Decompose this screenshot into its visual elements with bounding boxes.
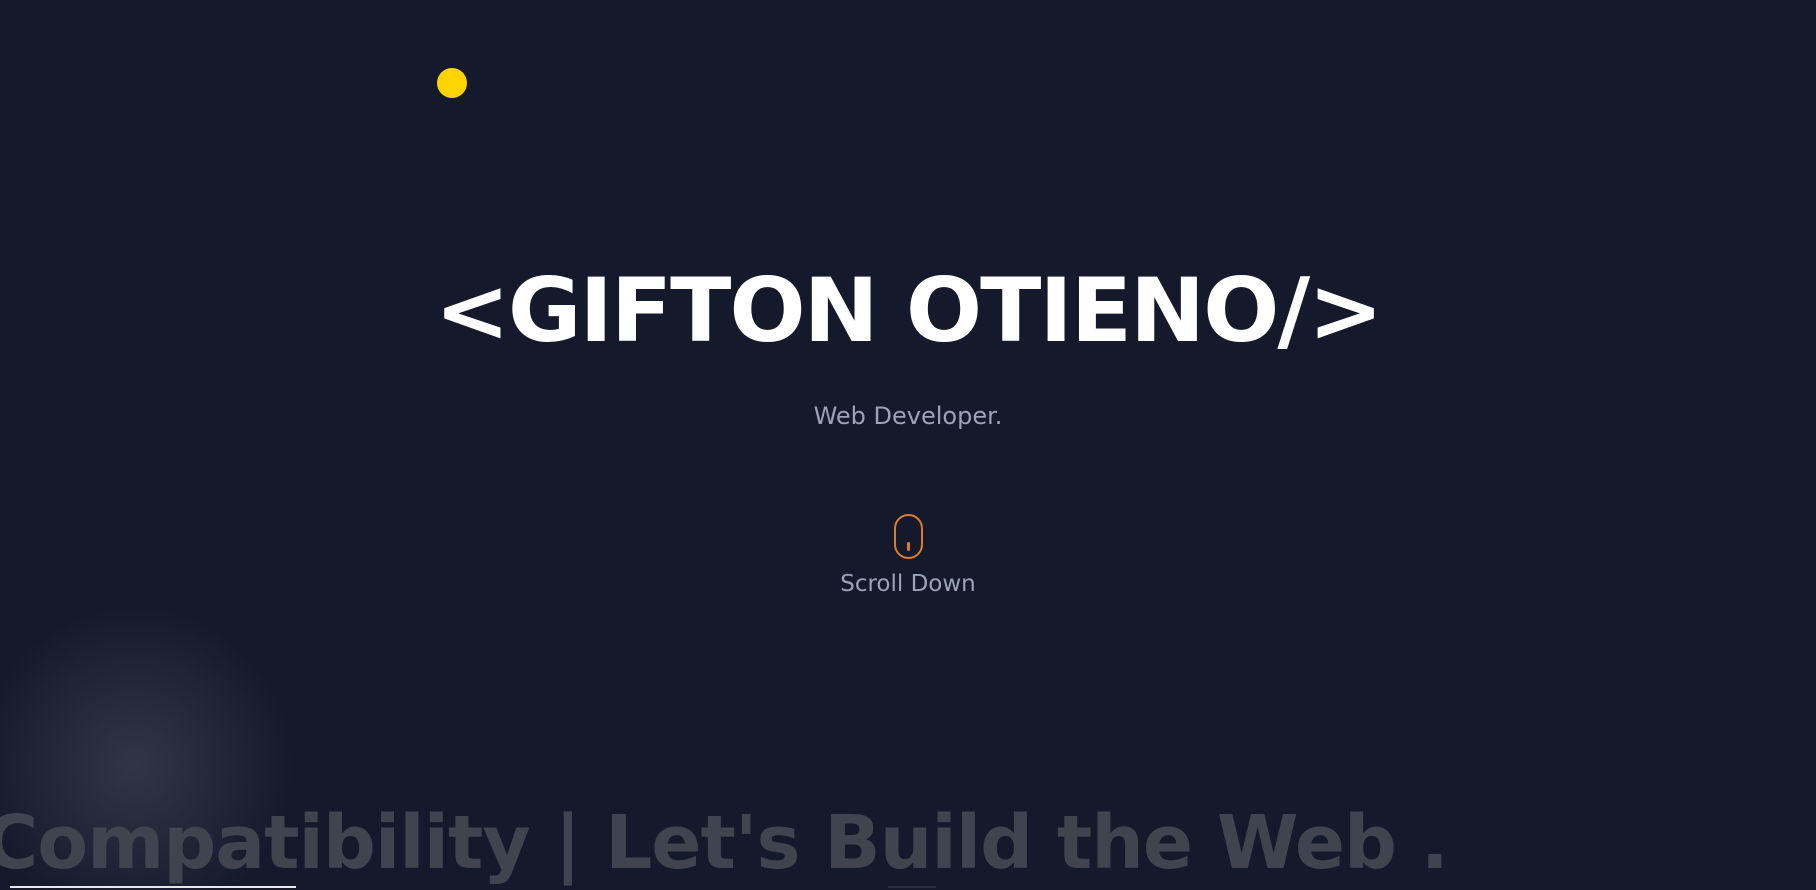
scroll-down-button[interactable]: Scroll Down xyxy=(0,514,1816,597)
landing-page: <GIFTON OTIENO/> Web Developer. Scroll D… xyxy=(0,0,1816,890)
marquee-text: Compatibility | Let's Build the Web . xyxy=(0,800,1449,886)
progress-line xyxy=(10,886,296,888)
progress-line-faint xyxy=(888,886,936,888)
hero-name: <GIFTON OTIENO/> xyxy=(434,259,1384,362)
scroll-down-label: Scroll Down xyxy=(840,571,976,597)
cursor-dot xyxy=(437,68,467,98)
mouse-wheel xyxy=(906,542,910,551)
mouse-icon xyxy=(893,514,923,559)
hero-section: <GIFTON OTIENO/> xyxy=(0,246,1816,376)
hero-subtitle: Web Developer. xyxy=(813,402,1003,430)
